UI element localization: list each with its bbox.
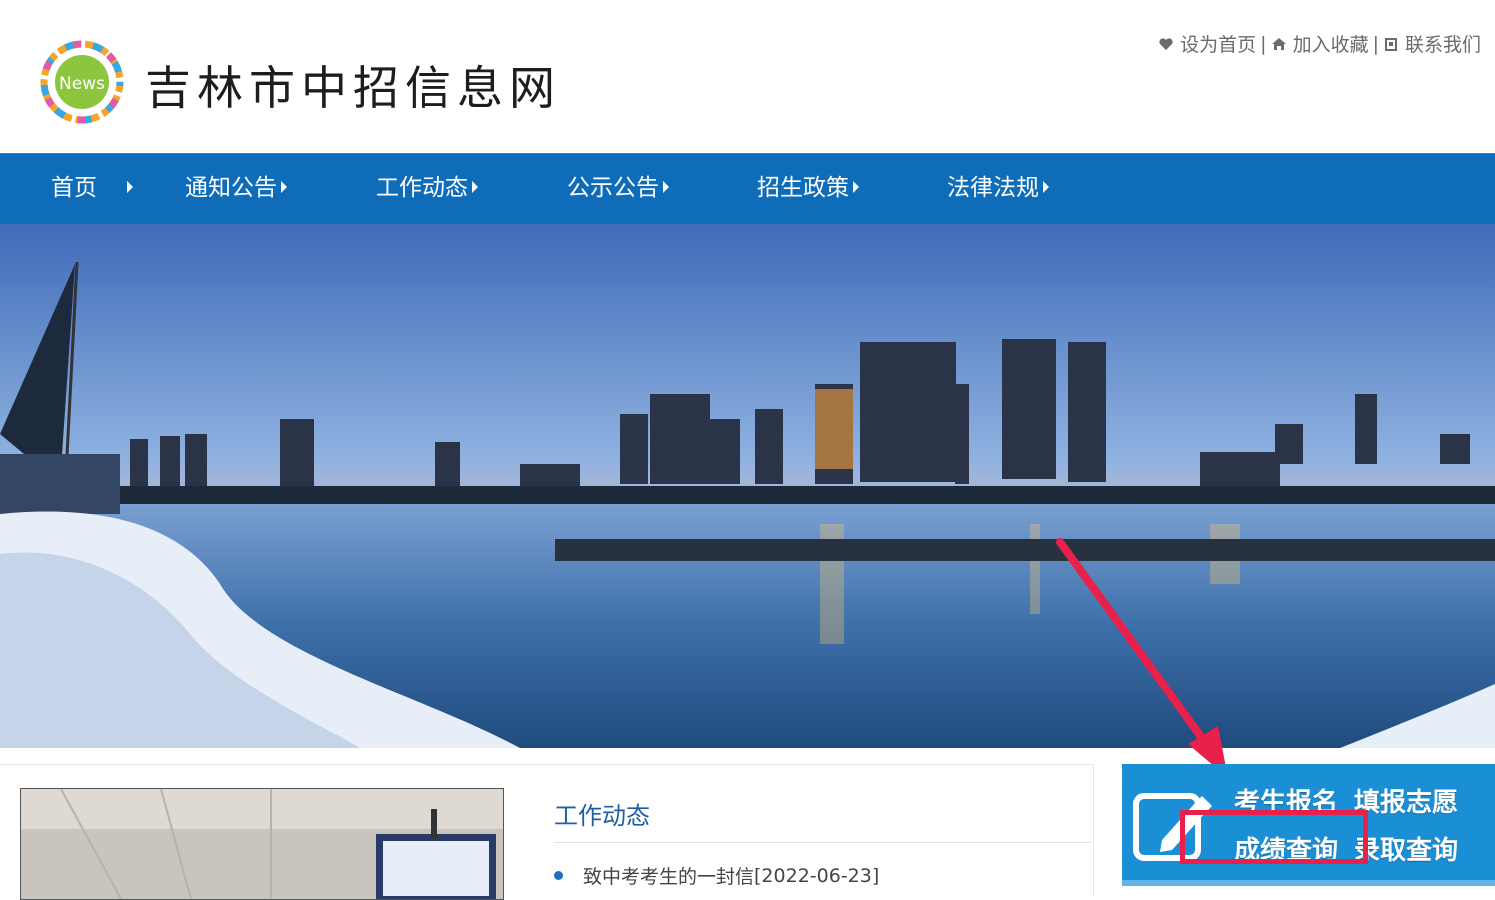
nav-item-notices[interactable]: 通知公告 [185,154,287,224]
section-divider [554,842,1091,843]
chevron-right-icon [472,180,478,193]
news-logo-icon: News [40,40,124,124]
red-annotation-arrow [1056,538,1228,778]
chevron-right-icon [663,180,669,193]
nav-label: 通知公告 [185,175,277,201]
fill-application-link[interactable]: 填报志愿 [1354,782,1458,819]
chevron-right-icon [853,180,859,193]
nav-item-laws[interactable]: 法律法规 [947,154,1049,224]
site-logo[interactable]: News [38,40,128,126]
chevron-right-icon [281,180,287,193]
nav-item-work-news[interactable]: 工作动态 [376,154,478,224]
site-header: News 吉林市中招信息网 设为首页 | 加入收藏 | 联系我们 [0,0,1495,153]
panel-bottom-strip [1122,880,1495,886]
set-homepage-link[interactable]: 设为首页 [1158,30,1256,57]
chevron-right-icon [127,180,133,193]
bullet-icon [554,871,563,880]
nav-item-policies[interactable]: 招生政策 [757,154,859,224]
nav-item-home[interactable]: 首页 [51,154,133,224]
nav-label: 首页 [51,175,97,201]
site-title: 吉林市中招信息网 [145,61,561,115]
red-highlight-box [1180,810,1368,864]
contact-us-link[interactable]: 联系我们 [1383,30,1481,57]
section-title-work-news[interactable]: 工作动态 [554,796,650,831]
admission-query-link[interactable]: 录取查询 [1354,830,1458,867]
top-links: 设为首页 | 加入收藏 | 联系我们 [1158,30,1481,57]
home-icon [1271,37,1286,50]
nav-label: 招生政策 [757,175,849,201]
divider: | [1260,32,1267,55]
news-list-item[interactable]: 致中考考生的一封信 [2022-06-23] [554,862,879,889]
logo-text: News [59,74,105,94]
office-photo-illustration [21,789,503,899]
nav-label: 法律法规 [947,175,1039,201]
contact-icon [1384,37,1397,51]
nav-label: 工作动态 [376,175,468,201]
heart-icon [1159,37,1173,50]
nav-label: 公示公告 [567,175,659,201]
news-date: [2022-06-23] [754,864,880,887]
set-homepage-label: 设为首页 [1180,34,1257,56]
city-skyline-illustration [0,224,1495,748]
city-banner-image [0,224,1495,748]
news-photo[interactable] [20,788,504,900]
contact-us-label: 联系我们 [1404,34,1481,56]
chevron-right-icon [1043,180,1049,193]
add-favorite-label: 加入收藏 [1292,34,1369,56]
nav-item-announcements[interactable]: 公示公告 [567,154,669,224]
divider: | [1372,32,1379,55]
main-nav: 首页 通知公告 工作动态 公示公告 招生政策 法律法规 [0,153,1495,224]
add-favorite-link[interactable]: 加入收藏 [1271,30,1369,57]
news-title: 致中考考生的一封信 [583,866,755,888]
